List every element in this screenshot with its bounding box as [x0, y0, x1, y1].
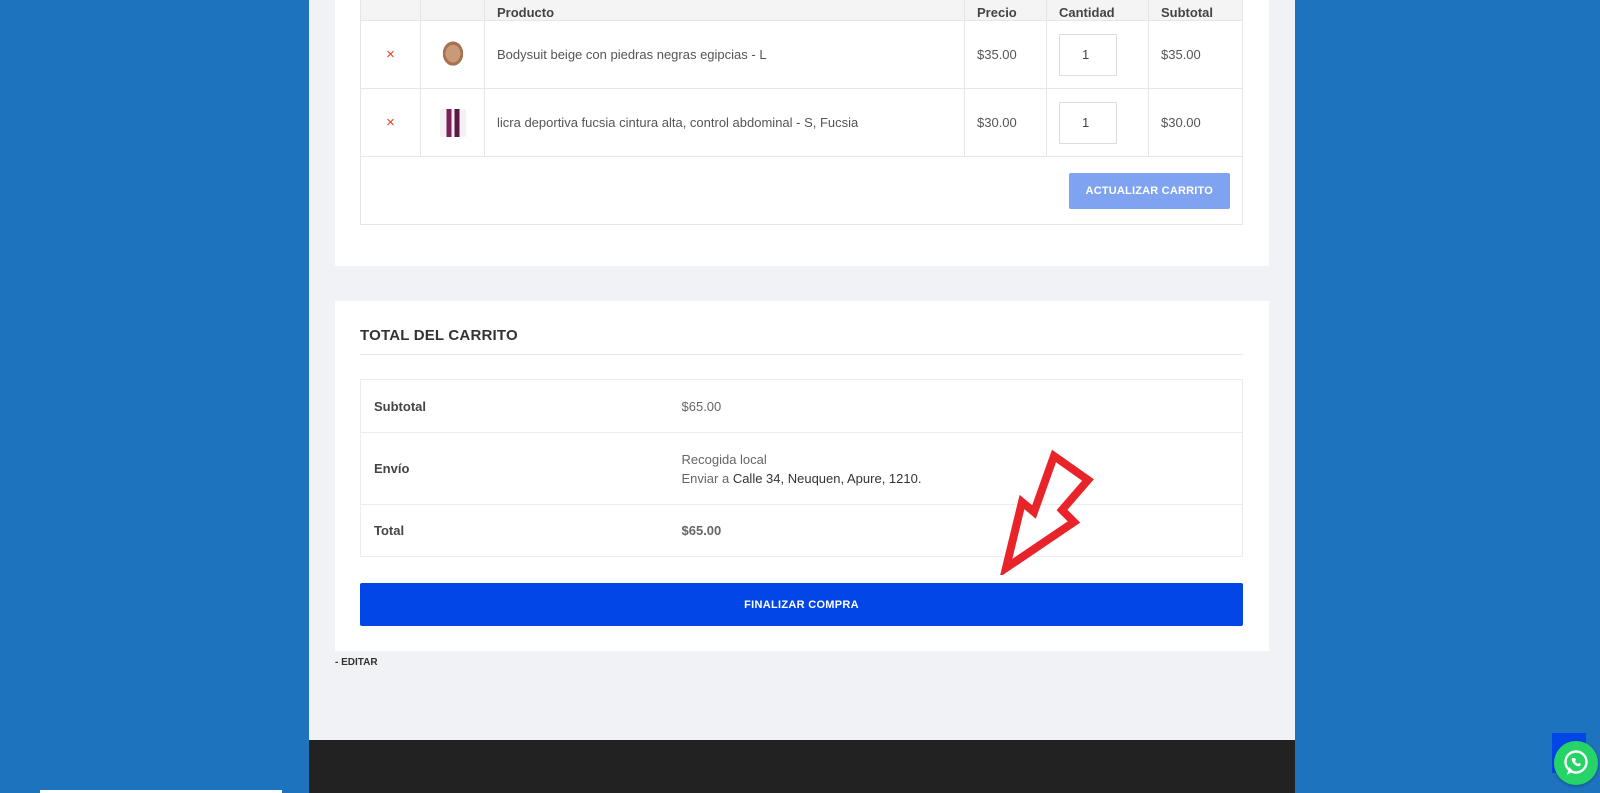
product-thumbnail[interactable] — [439, 40, 466, 69]
shipping-method: Recogida local — [681, 451, 767, 467]
product-subtotal: $30.00 — [1148, 88, 1243, 157]
total-value: $65.00 — [668, 504, 1243, 557]
cart-actions-row: ACTUALIZAR CARRITO — [360, 156, 1243, 225]
total-label: Total — [360, 504, 669, 557]
total-row: Total $65.00 — [360, 504, 1243, 557]
table-row: × licra deportiva fucsia cintura alta, c… — [360, 88, 1243, 157]
header-subtotal: Subtotal — [1148, 0, 1243, 21]
header-quantity: Cantidad — [1046, 0, 1149, 21]
quantity-input[interactable]: 1 — [1059, 101, 1117, 144]
cart-card: Producto Precio Cantidad Subtotal × Body… — [335, 0, 1269, 266]
product-price: $35.00 — [964, 20, 1047, 89]
subtotal-label: Subtotal — [360, 379, 669, 433]
cart-header-row: Producto Precio Cantidad Subtotal — [360, 0, 1243, 21]
divider — [360, 354, 1243, 355]
product-thumbnail[interactable] — [439, 108, 466, 137]
quantity-input[interactable]: 1 — [1059, 33, 1117, 76]
arrow-annotation-icon — [1000, 450, 1094, 575]
remove-icon[interactable]: × — [386, 114, 395, 131]
update-cart-button[interactable]: ACTUALIZAR CARRITO — [1068, 172, 1230, 209]
header-price: Precio — [964, 0, 1047, 21]
cart-table: Producto Precio Cantidad Subtotal × Body… — [360, 0, 1243, 225]
cart-totals-title: TOTAL DEL CARRITO — [360, 327, 518, 344]
ship-to-prefix: Enviar a — [681, 470, 733, 486]
edit-link[interactable]: - EDITAR — [335, 657, 378, 668]
footer — [309, 740, 1295, 793]
header-remove — [360, 0, 421, 21]
header-thumbnail — [420, 0, 485, 21]
ship-to-address: Calle 34, Neuquen, Apure, 1210. — [732, 470, 922, 486]
totals-table: Subtotal $65.00 Envío Recogida local Env… — [360, 379, 1243, 557]
subtotal-value: $65.00 — [668, 379, 1243, 433]
ship-to: Enviar a Calle 34, Neuquen, Apure, 1210. — [682, 469, 1230, 488]
subtotal-row: Subtotal $65.00 — [360, 379, 1243, 433]
table-row: × Bodysuit beige con piedras negras egip… — [360, 20, 1243, 89]
header-product: Producto — [484, 0, 965, 21]
shipping-label: Envío — [360, 432, 669, 505]
product-name[interactable]: licra deportiva fucsia cintura alta, con… — [484, 88, 965, 157]
product-name[interactable]: Bodysuit beige con piedras negras egipci… — [484, 20, 965, 89]
checkout-button[interactable]: FINALIZAR COMPRA — [360, 583, 1243, 626]
page-container: Producto Precio Cantidad Subtotal × Body… — [309, 0, 1295, 793]
product-subtotal: $35.00 — [1148, 20, 1243, 89]
cart-totals-card: TOTAL DEL CARRITO Subtotal $65.00 Envío … — [335, 301, 1269, 651]
whatsapp-icon[interactable] — [1554, 741, 1598, 785]
remove-icon[interactable]: × — [386, 46, 395, 63]
shipping-row: Envío Recogida local Enviar a Calle 34, … — [360, 432, 1243, 505]
product-price: $30.00 — [964, 88, 1047, 157]
